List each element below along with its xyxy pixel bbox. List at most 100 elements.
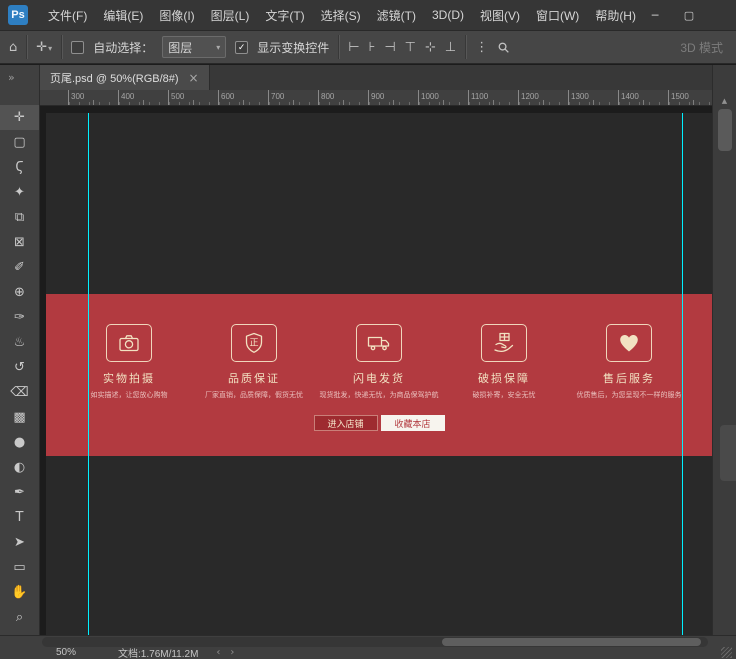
clone-stamp-tool[interactable]: ♨ — [0, 330, 39, 355]
align-middle-icon[interactable]: ⊹ — [425, 41, 436, 54]
blur-tool[interactable]: ● — [0, 430, 39, 455]
canvas-pasteboard[interactable]: 实物拍摄 如实描述，让您放心购物 正 品质保证 厂家直销，品质保障，假货无忧 — [40, 106, 712, 635]
feature-subtitle: 优质售后，为您呈现不一样的服务 — [569, 390, 689, 400]
align-buttons: ⊢ ⊦ ⊣ ⊤ ⊹ ⊥ — [348, 41, 456, 54]
status-bar: 50% 文档:1.76M/11.2M ‹ › — [0, 646, 736, 659]
tool-icon: ⧉ — [15, 210, 24, 225]
guide-line-right — [682, 113, 683, 635]
tool-icon: ● — [14, 435, 25, 450]
vertical-scrollbar[interactable]: ▲ — [712, 65, 736, 635]
menubar: 文件(F)编辑(E)图像(I)图层(L)文字(T)选择(S)滤镜(T)3D(D)… — [40, 0, 644, 30]
tool-icon: ▢ — [13, 135, 25, 150]
separator — [465, 35, 466, 59]
menu-layer[interactable]: 图层(L) — [203, 0, 258, 30]
collapse-tools-icon[interactable]: » — [8, 71, 15, 84]
feature-subtitle: 现货批发，快递无忧，为商品保驾护航 — [319, 390, 439, 400]
tool-icon: ✦ — [14, 185, 25, 200]
tool-icon: ✑ — [14, 310, 25, 325]
crop-tool[interactable]: ⧉ — [0, 205, 39, 230]
close-icon[interactable]: × — [189, 71, 199, 85]
feature-subtitle: 如实描述，让您放心购物 — [69, 390, 189, 400]
photoshop-logo-icon: Ps — [8, 5, 28, 25]
eraser-tool[interactable]: ⌫ — [0, 380, 39, 405]
menu-type[interactable]: 文字(T) — [257, 0, 312, 30]
feature-row: 实物拍摄 如实描述，让您放心购物 正 品质保证 厂家直销，品质保障，假货无忧 — [69, 324, 689, 400]
align-bottom-icon[interactable]: ⊥ — [445, 41, 456, 54]
brush-tool[interactable]: ✑ — [0, 305, 39, 330]
dodge-tool[interactable]: ◐ — [0, 455, 39, 480]
tool-icon: ▩ — [13, 410, 25, 425]
camera-icon — [106, 324, 152, 362]
menu-help[interactable]: 帮助(H) — [587, 0, 644, 30]
document-canvas[interactable]: 实物拍摄 如实描述，让您放心购物 正 品质保证 厂家直销，品质保障，假货无忧 — [46, 113, 712, 635]
home-icon[interactable]: ⌂ — [9, 41, 17, 54]
truck-icon — [356, 324, 402, 362]
overflow-dots-icon[interactable]: ⋮ — [475, 41, 488, 54]
menu-file[interactable]: 文件(F) — [40, 0, 95, 30]
history-brush-tool[interactable]: ↺ — [0, 355, 39, 380]
menu-edit[interactable]: 编辑(E) — [95, 0, 151, 30]
healing-brush-tool[interactable]: ⊕ — [0, 280, 39, 305]
tool-icon: ✐ — [14, 260, 25, 275]
ruler-tick: 300 — [68, 90, 118, 105]
path-selection-tool[interactable]: ➤ — [0, 530, 39, 555]
lasso-tool[interactable]: Ϛ — [0, 155, 39, 180]
search-icon[interactable] — [497, 41, 510, 54]
horizontal-scrollbar-thumb[interactable] — [442, 638, 702, 646]
tool-icon: ➤ — [14, 535, 25, 550]
menu-view[interactable]: 视图(V) — [472, 0, 528, 30]
pen-tool[interactable]: ✒ — [0, 480, 39, 505]
type-tool[interactable]: T — [0, 505, 39, 530]
menu-image[interactable]: 图像(I) — [151, 0, 202, 30]
separator — [61, 35, 62, 59]
status-next-icon[interactable]: › — [230, 647, 234, 658]
heart-icon — [606, 324, 652, 362]
status-prev-icon[interactable]: ‹ — [216, 647, 220, 658]
show-transform-checkbox[interactable]: ✓ — [235, 41, 248, 54]
align-top-icon[interactable]: ⊤ — [405, 41, 416, 54]
vertical-scrollbar-thumb[interactable] — [718, 109, 732, 151]
hand-tool[interactable]: ✋ — [0, 580, 39, 605]
feature-photo: 实物拍摄 如实描述，让您放心购物 — [69, 324, 189, 400]
move-tool-icon: ✛ — [36, 40, 47, 55]
auto-select-label: 自动选择： — [93, 39, 153, 56]
ruler-tick: 900 — [368, 90, 418, 105]
minimize-icon[interactable]: ─ — [646, 9, 664, 22]
menu-3d[interactable]: 3D(D) — [424, 0, 472, 30]
menu-filter[interactable]: 滤镜(T) — [369, 0, 424, 30]
menu-window[interactable]: 窗口(W) — [528, 0, 587, 30]
menu-select[interactable]: 选择(S) — [313, 0, 369, 30]
document-tab[interactable]: 页尾.psd @ 50%(RGB/8#) × — [40, 65, 210, 90]
eyedropper-tool[interactable]: ✐ — [0, 255, 39, 280]
move-tool[interactable]: ✛ — [0, 105, 39, 130]
auto-select-checkbox[interactable] — [71, 41, 84, 54]
separator — [338, 35, 339, 59]
quality-badge-icon: 正 — [231, 324, 277, 362]
align-left-icon[interactable]: ⊢ — [348, 41, 359, 54]
zoom-tool[interactable]: ⌕ — [0, 605, 39, 630]
auto-select-target-dropdown[interactable]: 图层 ▾ — [162, 36, 226, 58]
tool-icon: ✒ — [14, 485, 25, 500]
align-right-icon[interactable]: ⊣ — [384, 41, 395, 54]
collapsed-panel-handle[interactable] — [720, 425, 736, 481]
document-tab-title: 页尾.psd @ 50%(RGB/8#) — [50, 70, 179, 86]
quick-selection-tool[interactable]: ✦ — [0, 180, 39, 205]
tool-icon: Ϛ — [15, 160, 23, 175]
feature-subtitle: 破损补寄，安全无忧 — [444, 390, 564, 400]
tool-icon: ◐ — [14, 460, 25, 475]
tool-icon: ✛ — [14, 110, 25, 125]
maximize-icon[interactable]: ▢ — [680, 9, 698, 22]
gradient-tool[interactable]: ▩ — [0, 405, 39, 430]
tool-icon: ⊠ — [14, 235, 25, 250]
align-center-h-icon[interactable]: ⊦ — [369, 41, 376, 54]
tool-icon: ⌫ — [10, 385, 28, 400]
resize-grip-icon[interactable] — [721, 647, 732, 658]
shape-tool[interactable]: ▭ — [0, 555, 39, 580]
frame-tool[interactable]: ⊠ — [0, 230, 39, 255]
show-transform-label: 显示变换控件 — [257, 39, 329, 56]
move-tool-preset[interactable]: ✛▾ — [36, 38, 52, 56]
scroll-up-icon[interactable]: ▲ — [713, 97, 736, 105]
ruler-offset — [40, 90, 68, 105]
marquee-tool[interactable]: ▢ — [0, 130, 39, 155]
zoom-level-field[interactable]: 50% — [56, 647, 76, 658]
